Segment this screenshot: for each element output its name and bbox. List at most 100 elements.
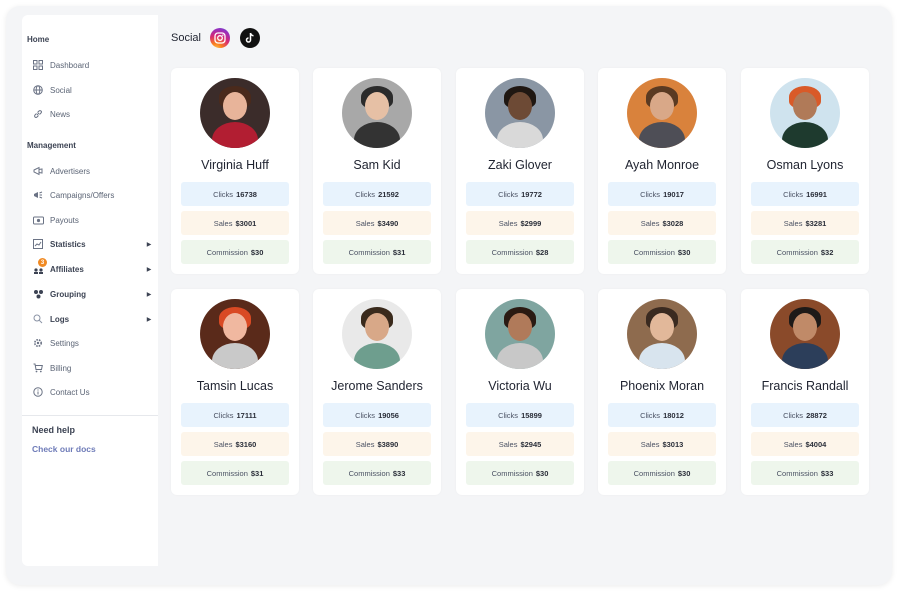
commission-value: $33 <box>392 468 406 478</box>
sales-value: $3281 <box>805 218 827 228</box>
avatar[interactable] <box>770 78 840 148</box>
avatar[interactable] <box>485 78 555 148</box>
clicks-stat: Clicks 15899 <box>466 403 574 427</box>
sidebar-item-statistics[interactable]: Statistics ▶ <box>30 235 154 253</box>
clicks-value: 19772 <box>521 189 542 199</box>
affiliate-card[interactable]: Phoenix Moran Clicks 18012 Sales $3013 C… <box>598 289 726 495</box>
commission-stat: Commission $30 <box>608 461 716 485</box>
avatar[interactable] <box>627 299 697 369</box>
sidebar-item-grouping[interactable]: Grouping ▶ <box>30 285 154 303</box>
section-title-management: Management <box>27 141 76 150</box>
sales-label: Sales <box>213 218 233 228</box>
sales-value: $3890 <box>377 439 399 449</box>
affiliate-card[interactable]: Francis Randall Clicks 28872 Sales $4004… <box>741 289 869 495</box>
clicks-stat: Clicks 19056 <box>323 403 431 427</box>
commission-value: $30 <box>535 468 549 478</box>
avatar-body <box>212 343 258 369</box>
sales-value: $2945 <box>520 439 542 449</box>
sidebar-item-billing[interactable]: Billing <box>30 359 154 377</box>
avatar[interactable] <box>342 78 412 148</box>
affiliate-card[interactable]: Ayah Monroe Clicks 19017 Sales $3028 Com… <box>598 68 726 274</box>
sidebar-item-settings[interactable]: Settings <box>30 334 154 352</box>
sidebar-item-payouts[interactable]: Payouts <box>30 211 154 229</box>
sales-label: Sales <box>498 439 518 449</box>
sidebar-item-dashboard[interactable]: Dashboard <box>30 56 154 74</box>
affiliate-card[interactable]: Victoria Wu Clicks 15899 Sales $2945 Com… <box>456 289 584 495</box>
docs-link[interactable]: Check our docs <box>32 444 96 454</box>
avatar[interactable] <box>200 78 270 148</box>
gear-icon <box>32 337 44 349</box>
instagram-icon <box>214 32 226 44</box>
commission-label: Commission <box>776 468 818 478</box>
avatar[interactable] <box>200 299 270 369</box>
tiktok-icon <box>245 32 254 43</box>
sidebar-item-news[interactable]: News <box>30 105 154 123</box>
sidebar-item-affiliates[interactable]: 3 Affiliates ▶ <box>30 258 154 278</box>
avatar-face <box>650 313 674 341</box>
avatar[interactable] <box>627 78 697 148</box>
affiliate-card[interactable]: Sam Kid Clicks 21592 Sales $3490 Commiss… <box>313 68 441 274</box>
clicks-label: Clicks <box>355 410 376 420</box>
campaign-icon <box>32 189 44 201</box>
avatar-face <box>650 92 674 120</box>
avatar-face <box>508 313 532 341</box>
instagram-button[interactable] <box>210 28 230 48</box>
avatar-body <box>354 122 400 148</box>
avatar-body <box>497 343 543 369</box>
sales-stat: Sales $3001 <box>181 211 289 235</box>
sales-label: Sales <box>213 439 233 449</box>
commission-stat: Commission $28 <box>466 240 574 264</box>
avatar-face <box>223 313 247 341</box>
avatar-body <box>782 122 828 148</box>
sidebar-item-social[interactable]: Social <box>30 81 154 99</box>
tiktok-button[interactable] <box>240 28 260 48</box>
sales-value: $4004 <box>805 439 827 449</box>
sidebar-item-logs[interactable]: Logs ▶ <box>30 310 154 328</box>
clicks-stat: Clicks 18012 <box>608 403 716 427</box>
sales-stat: Sales $4004 <box>751 432 859 456</box>
clicks-label: Clicks <box>498 410 519 420</box>
sidebar-item-campaigns[interactable]: Campaigns/Offers <box>30 186 154 204</box>
affiliate-name: Ayah Monroe <box>624 158 700 172</box>
chevron-right-icon: ▶ <box>146 291 152 298</box>
avatar[interactable] <box>485 299 555 369</box>
sales-stat: Sales $2999 <box>466 211 574 235</box>
chevron-right-icon: ▶ <box>146 266 152 273</box>
sales-value: $3490 <box>377 218 399 228</box>
avatar[interactable] <box>342 299 412 369</box>
affiliate-name: Sam Kid <box>353 158 401 172</box>
avatar[interactable] <box>770 299 840 369</box>
affiliate-card[interactable]: Jerome Sanders Clicks 19056 Sales $3890 … <box>313 289 441 495</box>
sidebar-item-contact-us[interactable]: Contact Us <box>30 383 154 401</box>
sales-value: $2999 <box>520 218 542 228</box>
sidebar-item-label: Settings <box>50 338 79 348</box>
sidebar-item-label: Billing <box>50 363 72 373</box>
commission-stat: Commission $31 <box>323 240 431 264</box>
clicks-label: Clicks <box>640 410 661 420</box>
clicks-label: Clicks <box>783 189 804 199</box>
sidebar-item-advertisers[interactable]: Advertisers <box>30 162 154 180</box>
group-icon <box>32 288 44 300</box>
clicks-value: 17111 <box>236 410 257 420</box>
clicks-stat: Clicks 16738 <box>181 182 289 206</box>
avatar-face <box>793 92 817 120</box>
affiliate-card[interactable]: Virginia Huff Clicks 16738 Sales $3001 C… <box>171 68 299 274</box>
commission-label: Commission <box>491 468 533 478</box>
clicks-value: 19056 <box>378 410 399 420</box>
affiliate-card[interactable]: Tamsin Lucas Clicks 17111 Sales $3160 Co… <box>171 289 299 495</box>
commission-label: Commission <box>776 247 818 257</box>
megaphone-icon <box>32 165 44 177</box>
sidebar-item-label: Contact Us <box>50 387 90 397</box>
affiliate-card[interactable]: Osman Lyons Clicks 16991 Sales $3281 Com… <box>741 68 869 274</box>
section-title-home: Home <box>27 35 50 44</box>
affiliate-name: Zaki Glover <box>488 158 552 172</box>
chevron-right-icon: ▶ <box>146 316 152 323</box>
commission-value: $32 <box>820 247 834 257</box>
commission-value: $31 <box>392 247 406 257</box>
affiliate-card[interactable]: Zaki Glover Clicks 19772 Sales $2999 Com… <box>456 68 584 274</box>
commission-label: Commission <box>348 247 390 257</box>
sidebar: Home Dashboard Social News Management Ad… <box>22 15 158 566</box>
commission-stat: Commission $33 <box>751 461 859 485</box>
clicks-value: 21592 <box>378 189 399 199</box>
affiliate-name: Phoenix Moran <box>619 379 705 393</box>
